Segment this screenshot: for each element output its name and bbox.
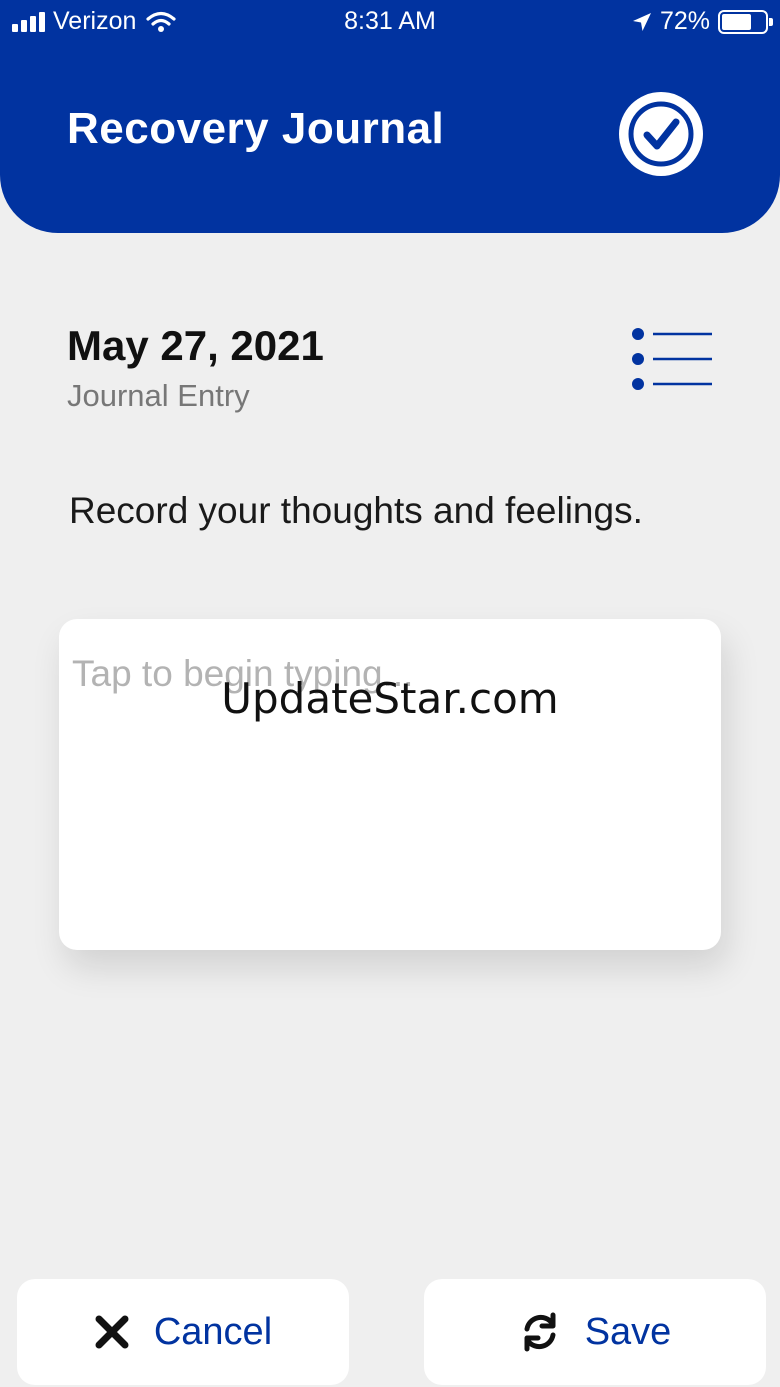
cancel-button[interactable]: Cancel [17, 1279, 349, 1385]
sync-icon [519, 1311, 561, 1353]
status-right: 72% [632, 7, 773, 36]
entry-prompt: Record your thoughts and feelings. [69, 490, 643, 531]
close-icon [94, 1314, 130, 1350]
location-arrow-icon [632, 12, 651, 31]
journal-entry-card[interactable] [59, 619, 721, 950]
entry-subtitle: Journal Entry [67, 378, 250, 413]
list-graphic [632, 328, 712, 390]
save-label: Save [584, 1310, 672, 1353]
check-circle-icon[interactable] [619, 92, 703, 176]
battery-icon [718, 9, 773, 34]
save-button[interactable]: Save [424, 1279, 766, 1385]
app-header: Verizon 8:31 AM 72% Recovery Journal [0, 0, 780, 233]
list-icon[interactable] [626, 320, 716, 396]
entry-date: May 27, 2021 [67, 322, 324, 369]
page-title: Recovery Journal [67, 104, 445, 153]
battery-percent: 72% [659, 7, 710, 35]
cancel-label: Cancel [153, 1310, 273, 1353]
status-bar: Verizon 8:31 AM 72% [0, 0, 780, 44]
watermark: UpdateStar.com [221, 674, 559, 723]
check-circle-graphic [628, 101, 694, 167]
